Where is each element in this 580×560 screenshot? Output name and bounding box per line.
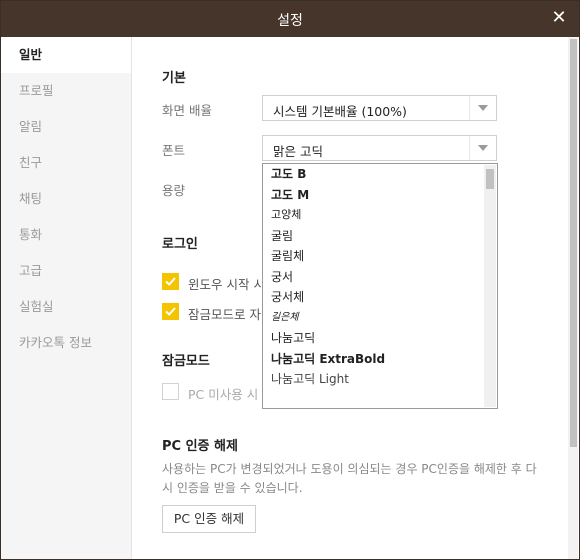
section-title-basic: 기본 <box>162 71 186 86</box>
sidebar-item-call[interactable]: 통화 <box>1 217 131 253</box>
checkmark-icon <box>165 277 176 286</box>
pc-auth-reset-button[interactable]: PC 인증 해제 <box>162 505 256 533</box>
font-option[interactable]: 궁서 <box>263 267 497 288</box>
sidebar-item-labs[interactable]: 실험실 <box>1 289 131 325</box>
screen-zoom-dropdown-arrow[interactable] <box>469 96 496 120</box>
chevron-down-icon <box>478 145 488 151</box>
sidebar-item-advanced[interactable]: 고급 <box>1 253 131 289</box>
sidebar: 일반 프로필 알림 친구 채팅 통화 고급 실험실 카카오톡 정보 <box>1 37 132 559</box>
sidebar-item-general[interactable]: 일반 <box>1 37 131 73</box>
sidebar-item-about[interactable]: 카카오톡 정보 <box>1 325 131 361</box>
sidebar-item-notifications[interactable]: 알림 <box>1 109 131 145</box>
screen-zoom-select[interactable]: 시스템 기본배율 (100%) <box>262 95 497 121</box>
window-title: 설정 <box>277 13 303 29</box>
section-title-lock: 잠금모드 <box>162 354 210 369</box>
lock-idle-label: PC 미사용 시 <box>188 387 259 402</box>
title-bar: 설정 ✕ <box>1 1 579 37</box>
settings-window: 설정 ✕ 일반 프로필 알림 친구 채팅 통화 고급 실험실 카카오톡 정보 기… <box>0 0 580 560</box>
font-option[interactable]: 고양체 <box>263 205 497 226</box>
checkmark-icon <box>165 307 176 316</box>
chevron-down-icon <box>478 105 488 111</box>
sidebar-item-profile[interactable]: 프로필 <box>1 73 131 109</box>
font-option[interactable]: 길은체 <box>263 308 497 329</box>
font-option[interactable]: 굴림체 <box>263 246 497 267</box>
section-title-login: 로그인 <box>162 237 198 252</box>
font-dropdown-arrow[interactable] <box>469 136 496 160</box>
font-option[interactable]: 나눔고딕 Light <box>263 369 497 390</box>
font-dropdown-list: 고도 B 고도 M 고양체 굴림 굴림체 궁서 궁서체 길은체 나눔고딕 나눔고… <box>262 163 498 409</box>
section-title-pc-auth: PC 인증 해제 <box>162 439 238 454</box>
font-option[interactable]: 나눔고딕 ExtraBold <box>263 349 497 370</box>
pc-auth-description: 사용하는 PC가 변경되었거나 도용이 의심되는 경우 PC인증을 해제한 후 … <box>162 462 537 495</box>
lock-idle-checkbox[interactable] <box>162 383 179 400</box>
font-label: 폰트 <box>162 143 186 158</box>
sidebar-item-chat[interactable]: 채팅 <box>1 181 131 217</box>
login-start-label: 윈도우 시작 시 <box>188 277 265 292</box>
font-option[interactable]: 고도 M <box>263 185 497 206</box>
font-option[interactable]: 굴림 <box>263 226 497 247</box>
sidebar-item-friends[interactable]: 친구 <box>1 145 131 181</box>
font-select[interactable]: 맑은 고딕 <box>262 135 497 161</box>
dropdown-scrollbar-thumb[interactable] <box>486 169 494 189</box>
volume-label: 용량 <box>162 183 186 198</box>
font-option[interactable]: 고도 B <box>263 164 497 185</box>
font-option[interactable]: 궁서체 <box>263 287 497 308</box>
scrollbar-thumb[interactable] <box>570 39 577 447</box>
close-icon[interactable]: ✕ <box>549 8 569 28</box>
login-start-checkbox[interactable] <box>162 273 179 290</box>
content-scrollbar[interactable] <box>568 37 578 559</box>
font-value: 맑은 고딕 <box>273 144 323 159</box>
screen-zoom-value: 시스템 기본배율 (100%) <box>273 104 407 119</box>
dropdown-scrollbar[interactable] <box>484 165 496 407</box>
login-lock-label: 잠금모드로 자 <box>188 307 261 322</box>
screen-zoom-label: 화면 배율 <box>162 103 212 118</box>
login-lock-checkbox[interactable] <box>162 303 179 320</box>
font-option[interactable]: 나눔고딕 <box>263 328 497 349</box>
